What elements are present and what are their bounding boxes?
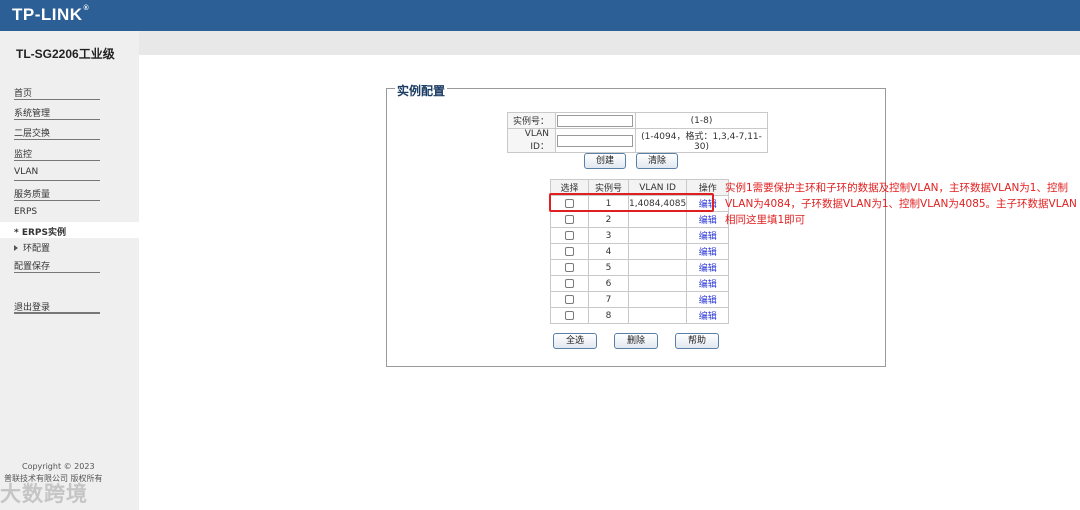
nav-save-config[interactable]: 配置保存 (14, 256, 100, 273)
instance-label: 实例号： (507, 112, 556, 129)
row-checkbox[interactable] (565, 294, 574, 304)
vlan-label: VLAN ID： (507, 128, 556, 153)
row-instance-id: 8 (588, 307, 629, 324)
nav-home[interactable]: 首页 (14, 83, 100, 100)
edit-link[interactable]: 编辑 (699, 280, 717, 290)
watermark: 大数跨境 (0, 482, 88, 506)
row-instance-id: 4 (588, 243, 629, 260)
row-checkbox[interactable] (565, 230, 574, 240)
row-checkbox[interactable] (565, 310, 574, 320)
row-checkbox[interactable] (565, 246, 574, 256)
vlan-hint: (1-4094，格式：1,3,4-7,11-30) (635, 128, 768, 153)
row-checkbox[interactable] (565, 214, 574, 224)
tp-link-logo: TP-LINK® (12, 5, 90, 24)
select-all-button[interactable]: 全选 (553, 333, 597, 349)
delete-button[interactable]: 删除 (614, 333, 658, 349)
edit-link[interactable]: 编辑 (699, 312, 717, 322)
copyright: Copyright © 2023 (22, 462, 95, 471)
edit-link[interactable]: 编辑 (699, 296, 717, 306)
row-vlan-id (627, 243, 688, 260)
row-vlan-id (627, 291, 688, 308)
clear-button[interactable]: 清除 (636, 153, 678, 169)
panel-title: 实例配置 (395, 82, 448, 99)
row-instance-id: 3 (588, 227, 629, 244)
table-row: 8 编辑 (550, 307, 730, 324)
row-instance-id: 2 (588, 211, 629, 228)
table-row: 3 编辑 (550, 227, 730, 244)
row-vlan-id (627, 259, 688, 276)
vlan-input[interactable] (557, 134, 633, 147)
table-row: 5 编辑 (550, 259, 730, 276)
help-button[interactable]: 帮助 (675, 333, 719, 349)
row-instance-id: 5 (588, 259, 629, 276)
top-bar: TP-LINK® (0, 0, 1080, 31)
table-row: 7 编辑 (550, 291, 730, 308)
row-vlan-id (627, 227, 688, 244)
edit-link[interactable]: 编辑 (699, 248, 717, 258)
instance-form: 实例号： (1-8) VLAN ID： (1-4094，格式：1,3,4-7,1… (507, 112, 768, 153)
instance-hint: (1-8) (635, 112, 768, 129)
row-vlan-id (627, 211, 688, 228)
table-row: 2 编辑 (550, 211, 730, 228)
annotation-text: 实例1需要保护主环和子环的数据及控制VLAN，主环数据VLAN为1、控制VLAN… (725, 182, 1077, 226)
highlight-box (549, 193, 714, 212)
table-row: 4 编辑 (550, 243, 730, 260)
edit-link[interactable]: 编辑 (699, 216, 717, 226)
instance-input[interactable] (557, 114, 633, 127)
edit-link[interactable]: 编辑 (699, 232, 717, 242)
triangle-right-icon (14, 245, 18, 251)
nav-ring-config[interactable]: 环配置 (14, 241, 50, 254)
row-instance-id: 6 (588, 275, 629, 292)
header-strip (0, 31, 1080, 55)
row-vlan-id (627, 307, 688, 324)
nav-qos[interactable]: 服务质量 (14, 184, 100, 201)
row-checkbox[interactable] (565, 278, 574, 288)
create-button[interactable]: 创建 (584, 153, 626, 169)
nav-l2-switching[interactable]: 二层交换 (14, 123, 100, 140)
row-checkbox[interactable] (565, 262, 574, 272)
nav-vlan[interactable]: VLAN (14, 164, 100, 181)
row-instance-id: 7 (588, 291, 629, 308)
nav-erps-instance[interactable]: * ERPS实例 (0, 222, 139, 238)
edit-link[interactable]: 编辑 (699, 264, 717, 274)
table-row: 6 编辑 (550, 275, 730, 292)
nav-logout[interactable]: 退出登录 (14, 297, 100, 314)
nav-monitor[interactable]: 监控 (14, 144, 100, 161)
row-vlan-id (627, 275, 688, 292)
sidebar: TL-SG2206工业级 首页 系统管理 二层交换 监控 VLAN 服务质量 E… (0, 31, 139, 510)
device-model: TL-SG2206工业级 (16, 47, 115, 61)
nav-system[interactable]: 系统管理 (14, 103, 100, 120)
nav-erps[interactable]: ERPS (14, 204, 100, 221)
